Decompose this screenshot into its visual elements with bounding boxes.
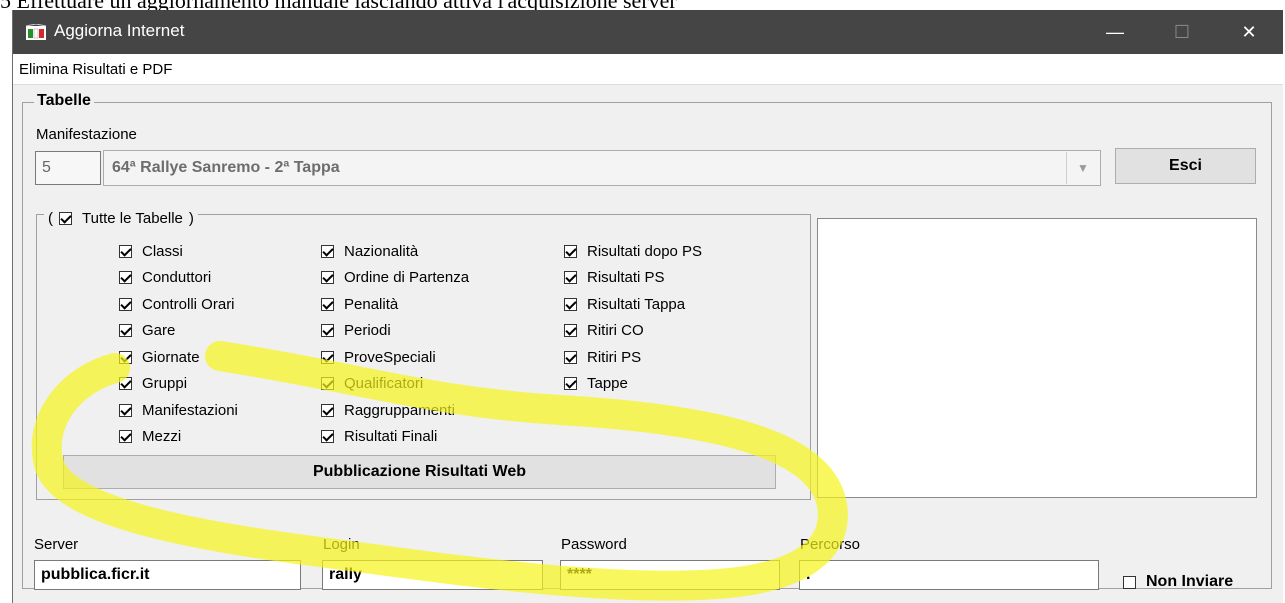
checkbox-checked[interactable] [119, 377, 132, 390]
checkbox-label: Ordine di Partenza [344, 269, 470, 286]
checkbox-checked[interactable] [321, 430, 334, 443]
checkbox-checked[interactable] [321, 324, 334, 337]
table-checkbox[interactable]: Mezzi [119, 426, 181, 448]
checkbox-checked[interactable] [119, 350, 132, 364]
login-field[interactable]: rally [322, 560, 543, 590]
password-field[interactable]: **** [560, 560, 780, 590]
checkbox-checked[interactable] [119, 324, 132, 337]
checkbox-label: Tutte le Tabelle [82, 209, 183, 227]
percorso-label: Percorso [800, 536, 861, 553]
checkbox-label: Periodi [344, 322, 391, 339]
checkbox-checked[interactable] [564, 377, 577, 390]
checkbox-label: Gruppi [142, 375, 188, 392]
checkbox-checked[interactable] [564, 350, 577, 364]
table-checkbox[interactable]: Risultati Finali [321, 426, 437, 448]
menu-bar: Elimina Risultati e PDF [13, 54, 1283, 85]
menu-elimina-risultati[interactable]: Elimina Risultati e PDF [19, 61, 172, 78]
checkbox-checked[interactable] [564, 324, 577, 337]
checkbox-label: Risultati Tappa [587, 295, 686, 313]
checkbox-label: Risultati dopo PS [587, 242, 703, 260]
table-checkbox[interactable]: Tappe [564, 373, 628, 395]
pubblicazione-button[interactable]: Pubblicazione Risultati Web [63, 455, 776, 489]
checkbox-tutte-tabelle[interactable] [59, 211, 72, 225]
checkbox-label: Classi [142, 242, 183, 260]
table-checkbox[interactable]: Periodi [321, 320, 391, 342]
table-checkbox[interactable]: ProveSpeciali [321, 346, 436, 368]
table-checkbox[interactable]: Raggruppamenti [321, 399, 455, 421]
app-icon [26, 24, 46, 40]
checkbox-checked[interactable] [321, 377, 334, 390]
table-checkbox[interactable]: Qualificatori [321, 373, 423, 395]
checkbox-label: Ritiri PS [587, 348, 642, 366]
checkbox-label: Tappe [587, 375, 628, 392]
window: Aggiorna Internet — ☐ ✕ Elimina Risultat… [12, 10, 1283, 603]
manifestazione-select[interactable]: 64ª Rallye Sanremo - 2ª Tappa ▼ [103, 150, 1101, 186]
table-checkbox[interactable]: Conduttori [119, 267, 211, 289]
checkbox-label: Conduttori [142, 269, 212, 286]
checkbox-label: Risultati Finali [344, 428, 438, 445]
checkbox-label: Giornate [142, 348, 200, 366]
checkbox-checked[interactable] [564, 271, 577, 284]
checkbox-checked[interactable] [321, 403, 334, 417]
manifestazione-id-field[interactable]: 5 [35, 151, 101, 185]
table-checkbox[interactable]: Classi [119, 240, 183, 262]
table-checkbox[interactable]: Ritiri CO [564, 320, 644, 342]
login-label: Login [323, 536, 360, 553]
checkbox-checked[interactable] [321, 271, 334, 284]
server-label: Server [34, 536, 79, 553]
table-checkbox[interactable]: Manifestazioni [119, 399, 238, 421]
checkbox-label: Mezzi [142, 428, 182, 445]
maximize-button[interactable]: ☐ [1149, 10, 1215, 54]
tutte-tabelle-checkbox[interactable]: ( Tutte le Tabelle ) [44, 207, 198, 229]
checkbox-checked[interactable] [564, 297, 577, 311]
table-checkbox[interactable]: Risultati PS [564, 267, 665, 289]
table-checkbox[interactable]: Controlli Orari [119, 293, 235, 315]
window-title: Aggiorna Internet [54, 21, 185, 40]
checkbox-label: Qualificatori [344, 375, 424, 392]
checkbox-label: Risultati PS [587, 269, 665, 286]
checkbox-checked[interactable] [321, 297, 334, 311]
close-button[interactable]: ✕ [1216, 10, 1282, 54]
checkbox-label: Ritiri CO [587, 322, 644, 339]
table-checkbox[interactable]: Ordine di Partenza [321, 267, 469, 289]
esci-button[interactable]: Esci [1115, 148, 1256, 184]
table-checkbox[interactable]: Gruppi [119, 373, 187, 395]
checkbox-label: Nazionalità [344, 242, 419, 260]
table-checkbox[interactable]: Penalità [321, 293, 398, 315]
checkbox-label: Raggruppamenti [344, 401, 455, 419]
log-listbox[interactable] [817, 218, 1257, 498]
manifestazione-name: 64ª Rallye Sanremo - 2ª Tappa [112, 159, 340, 176]
server-field[interactable]: pubblica.ficr.it [34, 560, 301, 590]
checkbox-checked[interactable] [119, 430, 132, 443]
checkbox-label: Controlli Orari [142, 295, 235, 313]
manifestazione-label: Manifestazione [36, 126, 137, 143]
checkbox-non-inviare[interactable] [1123, 575, 1136, 589]
checkbox-checked[interactable] [119, 271, 132, 284]
table-checkbox[interactable]: Nazionalità [321, 240, 418, 262]
checkbox-checked[interactable] [564, 244, 577, 258]
password-label: Password [561, 536, 627, 553]
chevron-down-icon[interactable]: ▼ [1066, 152, 1099, 184]
checkbox-checked[interactable] [119, 244, 132, 258]
non-inviare-checkbox[interactable]: Non Inviare [1123, 571, 1233, 593]
table-checkbox[interactable]: Gare [119, 320, 175, 342]
checkbox-label: Gare [142, 322, 176, 339]
instruction-caption: 5 Effettuare un aggiornamento manuale la… [0, 0, 677, 13]
title-bar: Aggiorna Internet — ☐ ✕ [13, 10, 1283, 54]
percorso-field[interactable]: . [799, 560, 1099, 590]
table-checkbox[interactable]: Giornate [119, 346, 200, 368]
checkbox-label: Non Inviare [1146, 573, 1234, 590]
checkbox-checked[interactable] [321, 350, 334, 364]
minimize-button[interactable]: — [1082, 10, 1148, 54]
checkbox-label: Manifestazioni [142, 401, 238, 419]
checkbox-checked[interactable] [119, 403, 132, 417]
checkbox-label: Penalità [344, 295, 399, 313]
tabelle-title: Tabelle [34, 92, 94, 110]
table-checkbox[interactable]: Risultati dopo PS [564, 240, 702, 262]
table-checkbox[interactable]: Ritiri PS [564, 346, 641, 368]
checkbox-label: ProveSpeciali [344, 348, 436, 366]
table-checkbox[interactable]: Risultati Tappa [564, 293, 685, 315]
checkbox-checked[interactable] [119, 297, 132, 311]
checkbox-checked[interactable] [321, 244, 334, 258]
